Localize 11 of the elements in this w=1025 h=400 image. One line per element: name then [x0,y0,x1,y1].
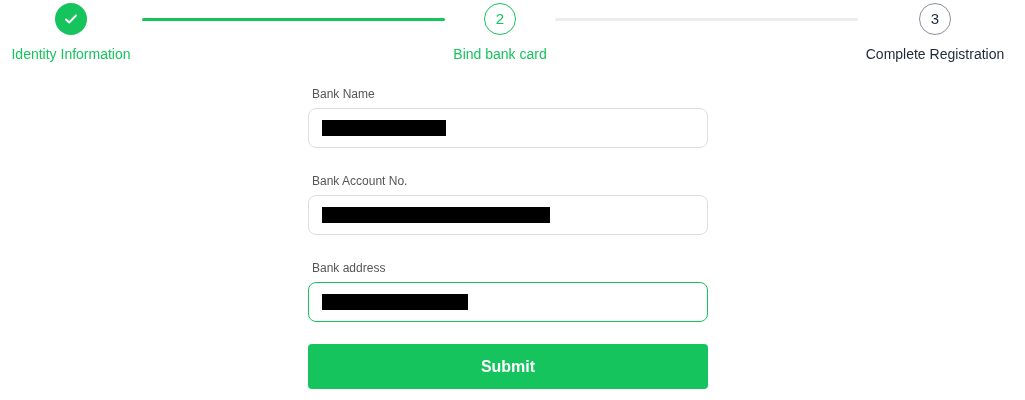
submit-button[interactable]: Submit [308,344,708,389]
step-label: Bind bank card [453,45,547,64]
check-icon [64,12,78,26]
step-label: Identity Information [11,45,131,64]
input-field[interactable] [308,282,708,322]
step-number: 2 [484,3,516,35]
field-label: Bank Account No. [312,173,409,190]
field-label: Bank address [312,260,387,277]
step-label: Complete Registration [865,45,1005,64]
step-number: 3 [919,3,951,35]
field-label: Bank Name [312,86,376,103]
